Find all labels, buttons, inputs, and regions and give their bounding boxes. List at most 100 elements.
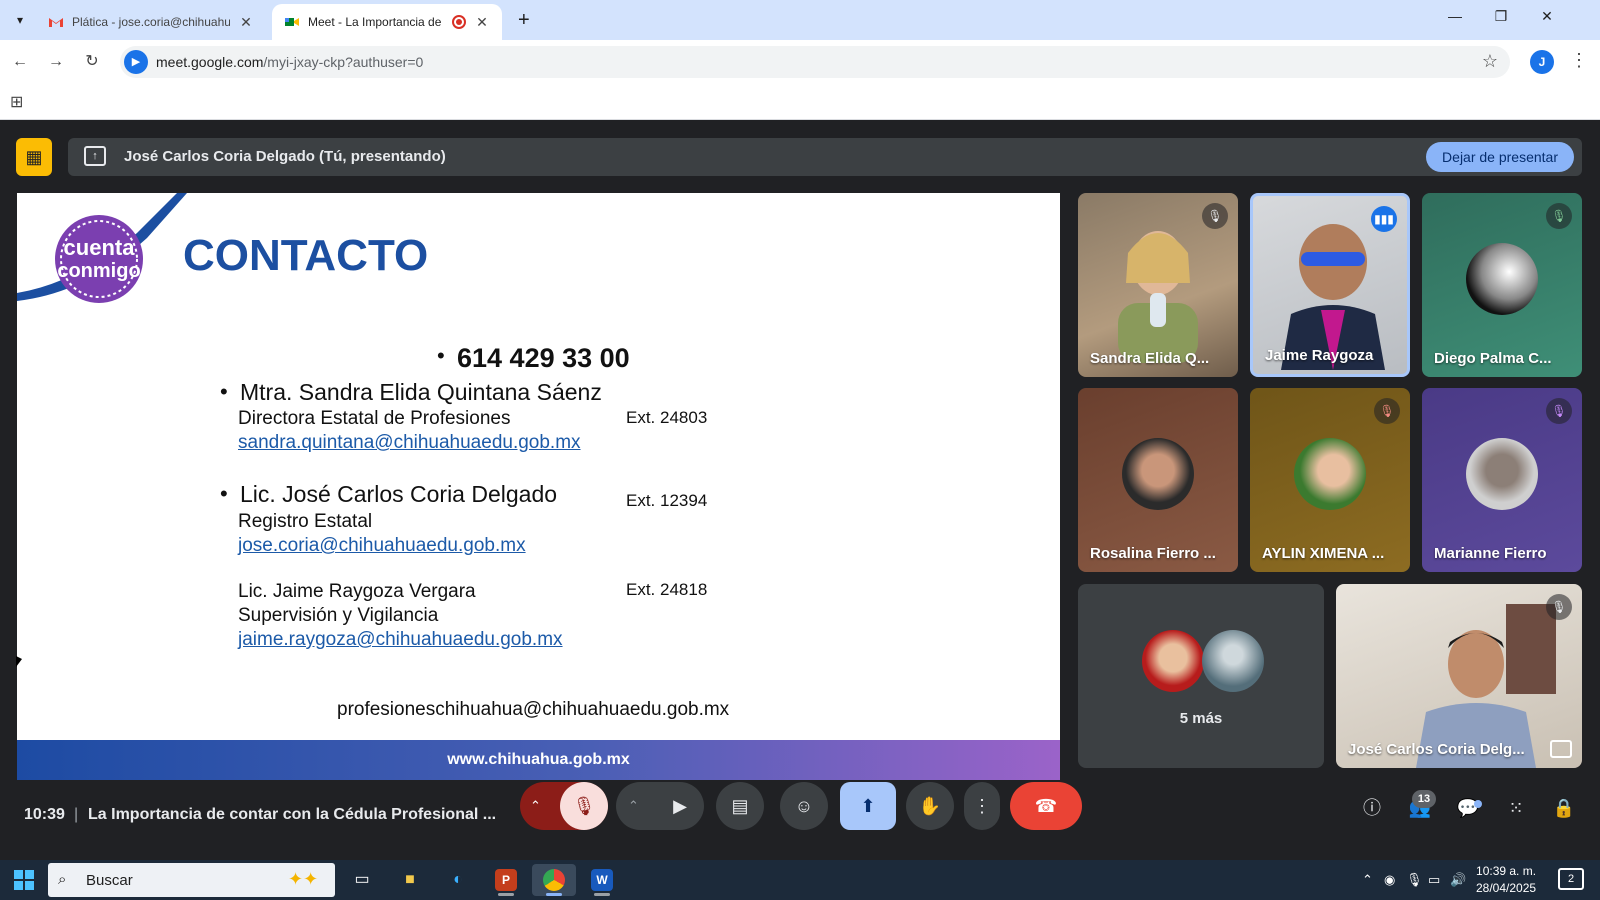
more-participants-label: 5 más	[1179, 710, 1223, 727]
windows-start-icon[interactable]	[14, 870, 34, 890]
participant-tile[interactable]: 🎙 AYLIN XIMENA ...	[1250, 388, 1410, 572]
mic-options-chevron-icon[interactable]: ⌃	[530, 782, 541, 830]
present-button[interactable]: ⬆	[840, 782, 896, 830]
raise-hand-button[interactable]: ✋	[906, 782, 954, 830]
separator: |	[74, 806, 79, 823]
meet-icon	[284, 14, 300, 30]
chat-icon[interactable]: 💬	[1454, 794, 1482, 822]
meeting-title: La Importancia de contar con la Cédula P…	[88, 806, 497, 823]
camera-icon[interactable]: ▶	[656, 782, 704, 830]
apps-grid-icon[interactable]: ⊞	[10, 92, 23, 112]
mic-off-icon[interactable]: 🎙	[560, 782, 608, 830]
contact-1-ext: Ext. 24803	[626, 408, 708, 427]
meeting-info-icon[interactable]: ⓘ	[1358, 794, 1386, 822]
browser-toolbar: ← → ↻ ▶ meet.google.com/myi-jxay-ckp?aut…	[0, 40, 1600, 84]
mic-icon: 🎙	[1546, 203, 1572, 229]
participant-tile[interactable]: Rosalina Fierro ...	[1078, 388, 1238, 572]
tray-chevron-icon[interactable]: ⌃	[1362, 872, 1373, 888]
meeting-clock: 10:39	[24, 806, 65, 823]
emoji-icon: ☺	[794, 796, 814, 816]
svg-text:conmigo: conmigo	[57, 260, 140, 282]
participant-name: José Carlos Coria Delg...	[1348, 741, 1525, 758]
meet-stage: ▦ ↑ José Carlos Coria Delgado (Tú, prese…	[0, 120, 1600, 860]
tab-gmail[interactable]: Plática - jose.coria@chihuahuaedu.gob.mx…	[36, 4, 266, 40]
presentation-indicator-icon[interactable]: ▦	[16, 138, 52, 176]
browser-menu-icon[interactable]: ⋮	[1570, 50, 1588, 71]
restore-icon[interactable]: ❐	[1486, 8, 1516, 25]
system-time: 10:39 a. m.	[1476, 864, 1537, 878]
network-icon[interactable]: ▭	[1428, 872, 1440, 888]
participant-tile[interactable]: 🎙 Sandra Elida Q...	[1078, 193, 1238, 377]
participant-name: Marianne Fierro	[1434, 545, 1547, 562]
contact-2-email[interactable]: jose.coria@chihuahuaedu.gob.mx	[238, 535, 526, 557]
people-count-badge: 13	[1412, 790, 1436, 808]
taskbar-search[interactable]: ⌕ Buscar ✦✦	[48, 863, 335, 897]
reactions-button[interactable]: ☺	[780, 782, 828, 830]
close-icon[interactable]: ✕	[474, 14, 490, 31]
word-icon[interactable]: W	[580, 864, 624, 896]
file-explorer-icon[interactable]: ■	[388, 864, 432, 896]
participant-video	[1118, 231, 1198, 363]
speaking-indicator-icon: ▮▮▮	[1371, 206, 1397, 232]
system-date: 28/04/2025	[1476, 881, 1537, 895]
contact-3-email[interactable]: jaime.raygoza@chihuahuaedu.gob.mx	[238, 629, 563, 651]
edge-icon[interactable]: ◐	[436, 864, 480, 896]
close-icon[interactable]: ✕	[238, 14, 254, 31]
window-close-icon[interactable]: ✕	[1532, 8, 1562, 25]
address-bar[interactable]: ▶ meet.google.com/myi-jxay-ckp?authuser=…	[120, 46, 1510, 78]
presenting-text: José Carlos Coria Delgado (Tú, presentan…	[124, 148, 446, 165]
search-highlight-icon: ✦✦	[288, 869, 319, 889]
new-tab-icon[interactable]: +	[518, 8, 530, 32]
task-view-icon[interactable]: ▭	[340, 864, 384, 896]
back-icon[interactable]: ←	[8, 50, 32, 74]
hand-icon: ✋	[918, 796, 942, 816]
chrome-icon[interactable]	[532, 864, 576, 896]
slide-footer-band: www.chihuahua.gob.mx	[17, 740, 1060, 780]
captions-button[interactable]: ▤	[716, 782, 764, 830]
participant-name: Sandra Elida Q...	[1090, 350, 1210, 367]
mouse-cursor	[16, 656, 22, 667]
browser-tab-strip: ▾ Plática - jose.coria@chihuahuaedu.gob.…	[0, 0, 1600, 40]
pip-icon[interactable]	[1550, 740, 1572, 758]
notification-center-icon[interactable]: 2	[1558, 868, 1584, 890]
host-controls-icon[interactable]: 🔒	[1550, 794, 1578, 822]
profile-avatar[interactable]: J	[1530, 50, 1554, 74]
contact-3-ext: Ext. 24818	[626, 580, 708, 599]
participant-tile-speaking[interactable]: ▮▮▮ Jaime Raygoza	[1250, 193, 1410, 377]
more-vert-icon: ⋮	[973, 796, 991, 816]
participant-name: Diego Palma C...	[1434, 350, 1552, 367]
mic-tray-icon[interactable]: 🎙	[1406, 872, 1423, 888]
camera-options-chevron-icon[interactable]: ⌃	[628, 782, 639, 830]
stop-presenting-button[interactable]: Dejar de presentar	[1426, 142, 1574, 172]
camera-tray-icon[interactable]: ◉	[1384, 872, 1395, 888]
participant-tile[interactable]: 🎙 Diego Palma C...	[1422, 193, 1582, 377]
muted-mic-icon: 🎙	[1546, 398, 1572, 424]
system-clock[interactable]: 10:39 a. m. 28/04/2025	[1476, 863, 1536, 897]
more-participants-tile[interactable]: 5 más	[1078, 584, 1324, 768]
contact-3-name: Lic. Jaime Raygoza Vergara	[238, 581, 476, 602]
more-options-button[interactable]: ⋮	[964, 782, 1000, 830]
reload-icon[interactable]: ↻	[80, 50, 104, 74]
site-info-icon[interactable]: ▶	[124, 50, 148, 74]
tab-title: Meet - La Importancia de contar con la C…	[308, 15, 444, 29]
slide-title: CONTACTO	[183, 231, 429, 280]
participant-name: AYLIN XIMENA ...	[1262, 545, 1385, 562]
participant-tile[interactable]: 🎙 Marianne Fierro	[1422, 388, 1582, 572]
tab-meet[interactable]: Meet - La Importancia de contar con la C…	[272, 4, 502, 40]
chat-notification-dot	[1474, 800, 1482, 808]
forward-icon[interactable]: →	[44, 50, 68, 74]
contact-phone: 614 429 33 00	[457, 343, 630, 373]
tab-search-chevron-icon[interactable]: ▾	[8, 8, 32, 32]
contact-1-email[interactable]: sandra.quintana@chihuahuaedu.gob.mx	[238, 432, 581, 454]
activities-icon[interactable]: ⁙	[1502, 794, 1530, 822]
self-view-tile[interactable]: 🎙 José Carlos Coria Delg...	[1336, 584, 1582, 768]
present-screen-icon: ↑	[84, 146, 106, 166]
minimize-icon[interactable]: —	[1440, 8, 1470, 24]
powerpoint-icon[interactable]: P	[484, 864, 528, 896]
hang-up-icon: ☎	[1034, 796, 1058, 816]
recording-icon	[452, 15, 466, 29]
volume-icon[interactable]: 🔊	[1450, 872, 1466, 888]
leave-call-button[interactable]: ☎	[1010, 782, 1082, 830]
participant-avatar	[1202, 630, 1264, 692]
bookmark-star-icon[interactable]: ☆	[1482, 51, 1498, 72]
